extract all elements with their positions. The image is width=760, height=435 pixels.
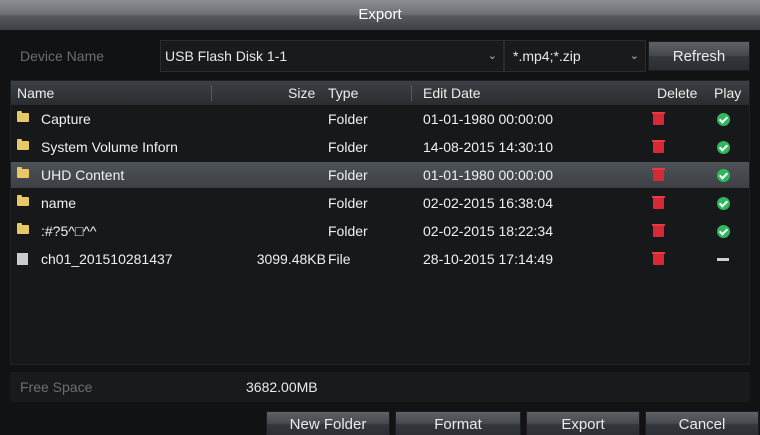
file-type: File [328,251,351,267]
file-name: System Volume Inforn [41,139,178,155]
cancel-button[interactable]: Cancel [645,411,759,435]
export-button[interactable]: Export [526,411,640,435]
header-delete: Delete [657,85,698,101]
file-type: Folder [328,111,368,127]
folder-icon [17,223,29,234]
device-row: Device Name USB Flash Disk 1-1 ⌄ *.mp4;*… [10,40,750,72]
file-name: :#?5^□^^ [41,223,97,239]
trash-icon[interactable] [652,112,665,125]
folder-icon [17,195,29,206]
play-icon[interactable] [717,225,730,238]
file-type: Folder [328,139,368,155]
table-row[interactable]: ch01_201510281437 3099.48KB File 28-10-2015… [11,246,749,272]
play-icon[interactable] [717,113,730,126]
table-row[interactable]: Capture Folder 01-01-1980 00:00:00 [11,106,749,132]
dash-icon [717,258,729,261]
edit-date: 28-10-2015 17:14:49 [423,251,553,267]
edit-date: 02-02-2015 18:22:34 [423,223,553,239]
file-name: ch01_201510281437 [41,251,173,267]
action-bar: New Folder Format Export Cancel [0,408,760,435]
file-type-value: *.mp4;*.zip [513,48,581,64]
chevron-down-icon: ⌄ [629,50,639,62]
header-size[interactable]: Size [288,81,315,105]
file-table: Name Size Type Edit Date Delete Play Cap… [10,80,750,365]
trash-icon[interactable] [652,196,665,209]
file-type: Folder [328,195,368,211]
folder-icon [17,111,29,122]
column-divider [411,85,412,101]
file-type-select[interactable]: *.mp4;*.zip ⌄ [504,40,646,72]
new-folder-button[interactable]: New Folder [266,411,390,435]
trash-icon[interactable] [652,252,665,265]
header-play: Play [714,85,742,101]
play-icon[interactable] [717,141,730,154]
file-name: name [41,195,77,211]
folder-icon [17,139,29,150]
export-dialog: Export Device Name USB Flash Disk 1-1 ⌄ … [0,0,760,435]
file-type: Folder [328,223,368,239]
header-edit-date[interactable]: Edit Date [423,81,481,105]
device-select-value: USB Flash Disk 1-1 [165,48,288,64]
chevron-down-icon: ⌄ [487,50,497,62]
edit-date: 01-01-1980 00:00:00 [423,111,553,127]
column-divider [211,85,212,101]
file-type: Folder [328,167,368,183]
free-space-row: Free Space 3682.00MB [10,372,750,402]
table-row[interactable]: UHD Content Folder 01-01-1980 00:00:00 [11,162,749,188]
table-row[interactable]: name Folder 02-02-2015 16:38:04 [11,190,749,216]
play-icon[interactable] [717,169,730,182]
table-row[interactable]: :#?5^□^^ Folder 02-02-2015 18:22:34 [11,218,749,244]
device-name-label: Device Name [20,48,105,64]
edit-date: 14-08-2015 14:30:10 [423,139,553,155]
trash-icon[interactable] [652,224,665,237]
table-header: Name Size Type Edit Date Delete Play [11,81,749,105]
edit-date: 02-02-2015 16:38:04 [423,195,553,211]
free-space-value: 3682.00MB [246,379,318,395]
device-select[interactable]: USB Flash Disk 1-1 ⌄ [160,40,504,72]
header-type[interactable]: Type [328,81,358,105]
folder-icon [17,167,29,178]
refresh-button[interactable]: Refresh [648,41,750,71]
table-row[interactable]: System Volume Inforn Folder 14-08-2015 14:… [11,134,749,160]
file-icon [17,253,28,265]
dialog-title: Export [0,0,760,30]
trash-icon[interactable] [652,140,665,153]
header-name[interactable]: Name [17,81,54,105]
free-space-label: Free Space [20,379,93,395]
file-name: UHD Content [41,167,125,183]
edit-date: 01-01-1980 00:00:00 [423,167,553,183]
file-size: 3099.48KB [256,251,326,267]
trash-icon[interactable] [652,168,665,181]
format-button[interactable]: Format [395,411,521,435]
file-name: Capture [41,111,91,127]
play-icon[interactable] [717,197,730,210]
